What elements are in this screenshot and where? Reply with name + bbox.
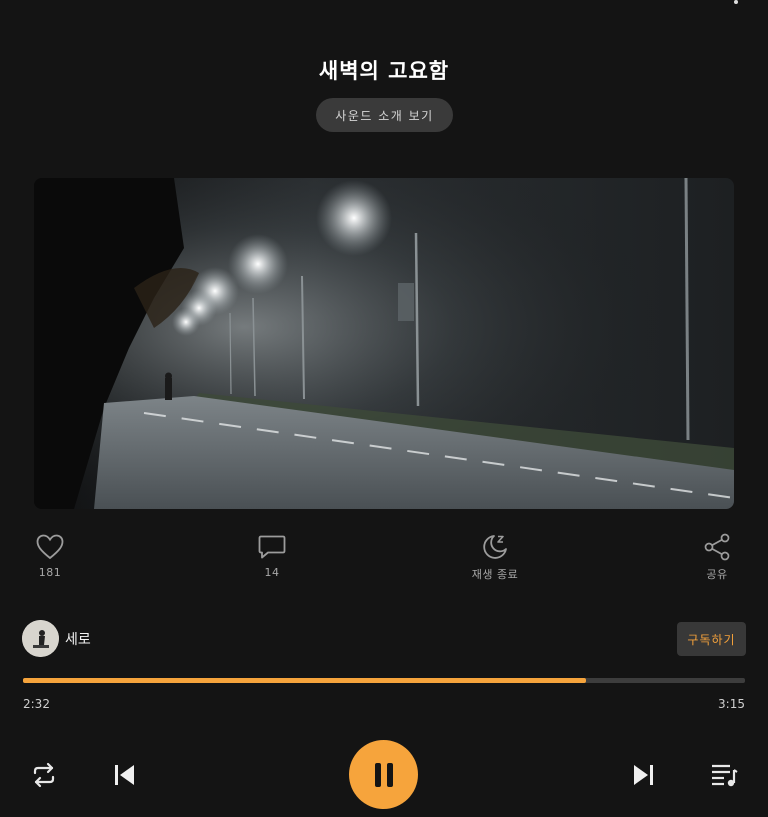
progress-bar[interactable] <box>23 678 745 683</box>
comment-icon <box>257 532 287 562</box>
subscribe-button[interactable]: 구독하기 <box>677 622 746 656</box>
next-button[interactable] <box>628 759 660 791</box>
repeat-icon <box>33 762 55 788</box>
previous-button[interactable] <box>108 759 140 791</box>
moon-sleep-icon <box>480 532 510 562</box>
sleep-timer-button[interactable]: 재생 종료 <box>459 532 531 582</box>
artist-name[interactable]: 세로 <box>65 629 91 649</box>
track-title: 새벽의 고요함 <box>318 59 450 83</box>
share-button[interactable]: 공유 <box>681 532 753 582</box>
artist-row: 세로 구독하기 <box>22 620 746 658</box>
total-time: 3:15 <box>718 697 745 711</box>
sound-intro-button[interactable]: 사운드 소개 보기 <box>316 98 453 132</box>
pause-icon <box>374 762 393 787</box>
heart-icon <box>35 532 65 562</box>
share-icon <box>702 532 732 562</box>
play-pause-button[interactable] <box>349 740 418 809</box>
comment-button[interactable]: 14 <box>236 532 308 579</box>
skip-previous-icon <box>115 765 134 785</box>
playback-controls <box>0 739 768 809</box>
more-options-icon[interactable] <box>734 0 742 8</box>
artist-avatar[interactable] <box>22 620 59 657</box>
skip-next-icon <box>634 765 653 785</box>
comment-count: 14 <box>264 566 280 579</box>
sleep-timer-label: 재생 종료 <box>471 568 519 581</box>
like-button[interactable]: 181 <box>14 532 86 579</box>
repeat-button[interactable] <box>28 759 60 791</box>
current-time: 2:32 <box>23 697 50 711</box>
like-count: 181 <box>38 566 62 579</box>
more-dot <box>734 0 738 4</box>
playlist-button[interactable] <box>707 759 741 791</box>
playlist-icon <box>712 764 738 787</box>
progress-fill <box>23 678 587 683</box>
cover-image <box>34 178 734 509</box>
share-label: 공유 <box>706 568 728 581</box>
action-bar: 181 14 재생 종료 공유 <box>0 532 768 586</box>
